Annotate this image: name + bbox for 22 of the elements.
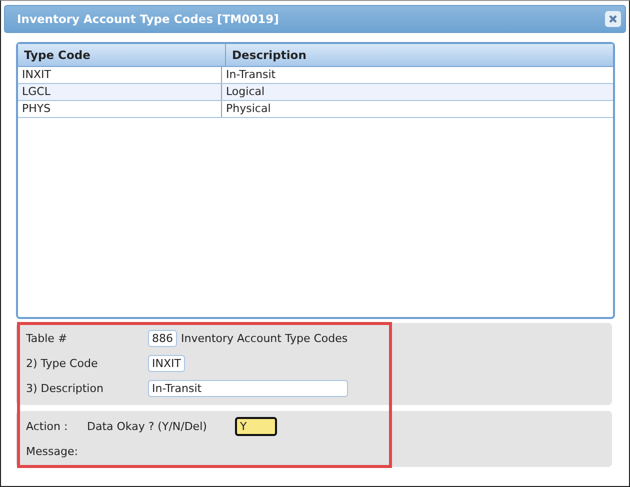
table-cell-text: Logical — [225, 84, 266, 100]
input-field[interactable]: In-Transit — [148, 380, 348, 397]
input-field[interactable]: INXIT — [148, 355, 185, 372]
table-cell: PHYS — [18, 101, 222, 117]
action-label: Action : — [26, 420, 69, 433]
table-cell-text: Physical — [225, 101, 272, 117]
field-label: 3) Description — [26, 382, 104, 395]
prompt-text: Data Okay ? (Y/N/Del) — [87, 420, 208, 433]
field-label: 2) Type Code — [26, 357, 99, 370]
field-label: Table # — [26, 332, 68, 345]
table-number-field[interactable]: 886 — [148, 330, 177, 347]
table-cell-text: In-Transit — [225, 67, 277, 83]
table-cell: LGCL — [18, 84, 222, 100]
table-name-text: Inventory Account Type Codes — [181, 332, 348, 345]
column-header[interactable]: Description — [226, 44, 613, 66]
message-label: Message: — [26, 445, 79, 458]
window-title: Inventory Account Type Codes [TM0019] — [17, 12, 279, 26]
column-header[interactable]: Type Code — [18, 44, 226, 66]
close-button[interactable] — [605, 11, 621, 27]
close-icon — [608, 14, 618, 24]
table-cell: INXIT — [18, 67, 222, 83]
confirm-field[interactable]: Y — [235, 417, 277, 436]
